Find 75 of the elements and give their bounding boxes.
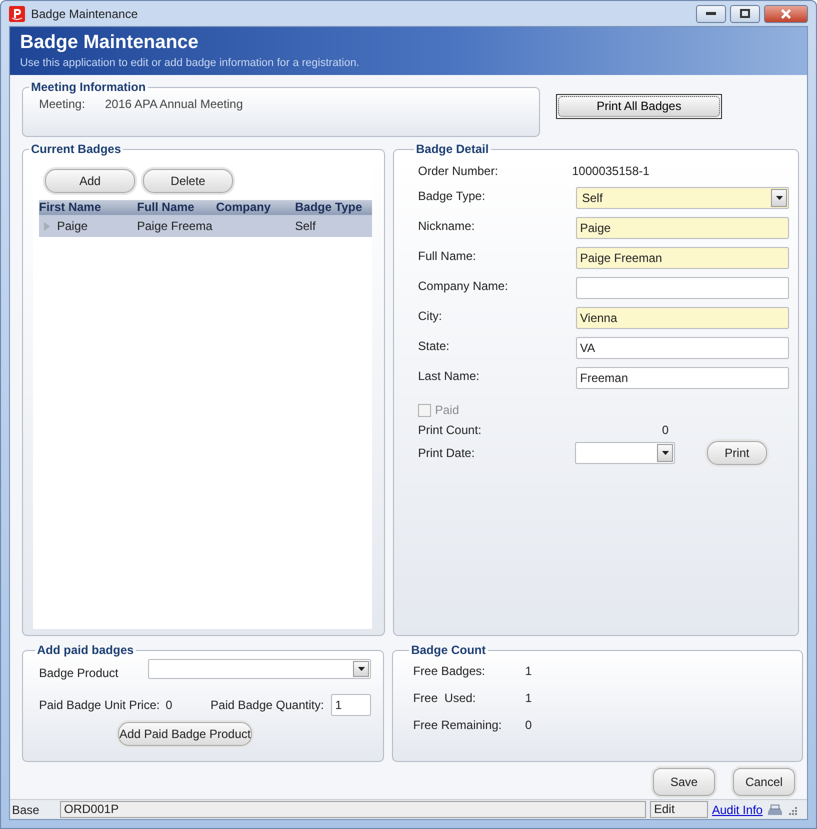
- checkbox-label: Paid: [435, 402, 460, 419]
- field-label: City:: [418, 308, 443, 325]
- text-field[interactable]: VA: [576, 337, 789, 359]
- add-paid-badge-product-button[interactable]: Add Paid Badge Product: [118, 722, 252, 746]
- text-field[interactable]: Freeman: [576, 367, 789, 389]
- column-header: Full Name: [137, 200, 196, 215]
- group-title: Current Badges: [30, 143, 122, 155]
- group-title: Meeting Information: [30, 81, 147, 93]
- text-field[interactable]: [576, 277, 789, 299]
- table-cell-text: Self: [295, 218, 317, 235]
- print-all-badges-button[interactable]: Print All Badges: [556, 94, 722, 119]
- count-value: 1: [525, 690, 532, 707]
- count-label: Free Remaining:: [413, 717, 503, 734]
- group-title: Badge Count: [410, 644, 487, 656]
- field-label: Last Name:: [418, 368, 480, 385]
- dropdown-arrow-icon: [776, 196, 782, 200]
- page-title: Badge Maintenance: [20, 31, 200, 55]
- table-cell-text: Paige: [57, 218, 89, 235]
- save-button[interactable]: Save: [653, 768, 715, 796]
- order-number-value: 1000035158-1: [572, 163, 650, 180]
- status-mode: Base: [12, 802, 40, 818]
- window-title: Badge Maintenance: [31, 6, 138, 22]
- page-subtitle: Use this application to edit or add badge information for a registration.: [20, 56, 360, 71]
- print-button[interactable]: Print: [707, 441, 767, 465]
- print-count-value: 0: [662, 422, 669, 439]
- field-label: Full Name:: [418, 248, 478, 265]
- meeting-label: Meeting:: [39, 96, 86, 113]
- maximize-icon: [740, 9, 750, 18]
- count-label: Free Badges:: [413, 663, 486, 680]
- column-header: First Name: [39, 200, 102, 215]
- count-label: Free Used:: [413, 690, 477, 707]
- badge-type-dropdown[interactable]: Self: [576, 187, 789, 209]
- close-icon: [780, 8, 792, 18]
- field-label: Order Number:: [418, 163, 500, 180]
- quantity-field[interactable]: 1: [331, 694, 372, 716]
- close-button[interactable]: [764, 4, 808, 22]
- field-label: Badge Type:: [418, 188, 486, 205]
- table-row[interactable]: Paige Paige Freema Self: [39, 215, 372, 237]
- column-header: Company: [216, 200, 272, 215]
- badge-product-dropdown[interactable]: [148, 659, 372, 679]
- count-value: 0: [525, 717, 532, 734]
- field-label: State:: [418, 338, 450, 355]
- field-label: Badge Product: [39, 665, 120, 682]
- resize-grip-icon: [786, 804, 797, 814]
- print-date-dropdown[interactable]: [575, 442, 675, 464]
- minimize-icon: [706, 12, 716, 16]
- text-field[interactable]: Paige Freeman: [576, 247, 789, 269]
- table-cell-text: Paige Freema: [137, 218, 214, 235]
- field-label: Print Date:: [418, 445, 476, 462]
- count-value: 1: [525, 663, 532, 680]
- dropdown-arrow-icon: [358, 667, 365, 671]
- dropdown-arrow-icon: [662, 451, 668, 455]
- field-label: Nickname:: [418, 218, 476, 235]
- app-logo-icon: [9, 6, 25, 22]
- meeting-value: 2016 APA Annual Meeting: [105, 96, 243, 113]
- cancel-button[interactable]: Cancel: [733, 768, 795, 796]
- status-state: Edit: [650, 801, 708, 818]
- text-field[interactable]: Vienna: [576, 307, 789, 329]
- printer-icon: [766, 804, 783, 816]
- add-button[interactable]: Add: [45, 169, 135, 193]
- field-label: Paid Badge Quantity:: [210, 697, 325, 714]
- delete-button[interactable]: Delete: [143, 169, 233, 193]
- column-header: Badge Type: [295, 200, 364, 215]
- minimize-button[interactable]: [696, 4, 726, 22]
- status-form-name: ORD001P: [60, 801, 646, 818]
- audit-info-link[interactable]: Audit Info: [712, 800, 763, 818]
- field-label: Company Name:: [418, 278, 510, 295]
- row-indicator-icon: [44, 222, 50, 232]
- text-field[interactable]: Paige: [576, 217, 789, 239]
- maximize-button[interactable]: [730, 4, 760, 22]
- field-label: Paid Badge Unit Price:: [39, 697, 161, 714]
- group-title: Add paid badges: [36, 644, 135, 656]
- group-title: Badge Detail: [415, 143, 490, 155]
- field-label: Print Count:: [418, 422, 482, 439]
- unit-price-value: 0: [166, 697, 174, 714]
